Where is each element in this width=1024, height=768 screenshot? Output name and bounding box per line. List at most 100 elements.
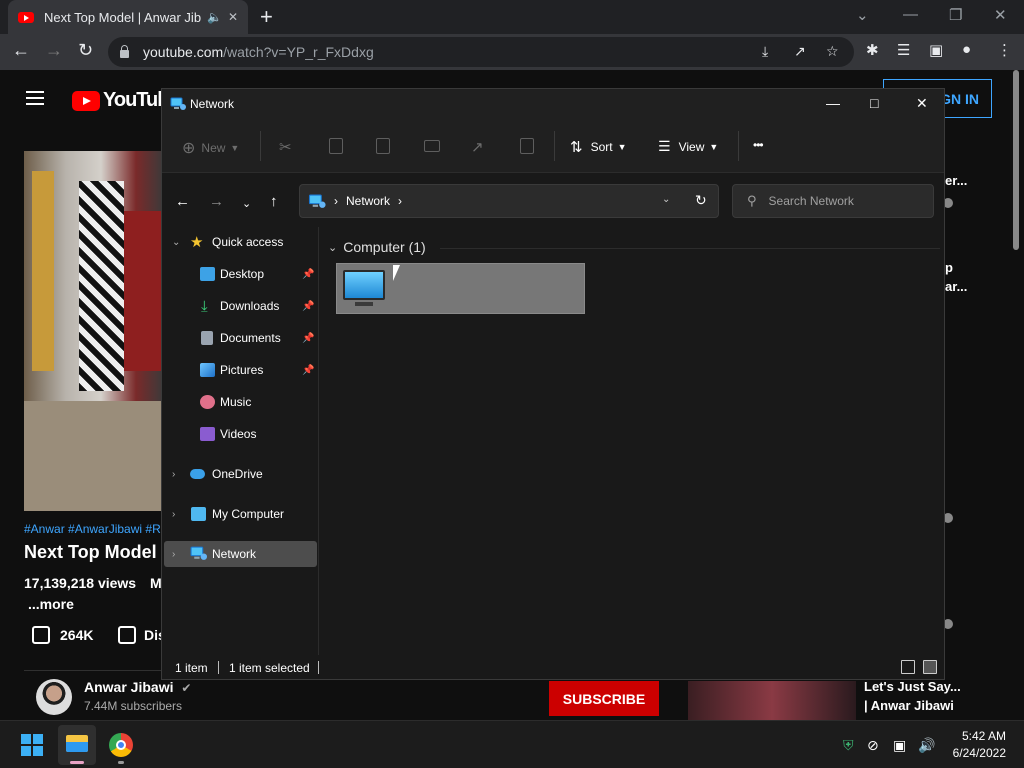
tab-search-icon[interactable]: ⌄ xyxy=(856,6,869,24)
new-tab-button[interactable]: + xyxy=(260,6,273,28)
delete-icon[interactable] xyxy=(520,138,534,154)
new-button[interactable]: ⊕ New ▼ xyxy=(182,138,239,158)
side-video-title[interactable]: p xyxy=(945,260,953,275)
channel-avatar[interactable] xyxy=(36,679,72,715)
plus-circle-icon: ⊕ xyxy=(182,140,196,157)
display-icon[interactable]: ▣ xyxy=(893,737,906,754)
details-view-icon[interactable] xyxy=(901,660,915,674)
restore-icon[interactable]: ❐ xyxy=(949,6,962,24)
profile-icon[interactable]: ● xyxy=(962,41,971,58)
nav-label: My Computer xyxy=(212,507,285,521)
dislike-button[interactable]: Dis xyxy=(118,626,166,644)
chevron-right-icon[interactable]: › xyxy=(172,549,175,560)
side-video-title[interactable]: Let's Just Say... xyxy=(864,679,961,694)
nav-item-network[interactable]: › Network xyxy=(164,541,317,567)
breadcrumb-network[interactable]: Network xyxy=(346,194,390,208)
minimize-icon[interactable]: — xyxy=(903,6,918,23)
side-video-channel[interactable]: | Anwar Jibawi xyxy=(864,698,954,713)
group-header[interactable]: ⌄ Computer (1) xyxy=(328,239,426,255)
sort-button[interactable]: ⇅ Sort ▼ xyxy=(570,138,627,156)
clock-time[interactable]: 5:42 AM xyxy=(940,729,1006,743)
side-video-thumbnail[interactable] xyxy=(688,681,856,721)
nav-label: Documents xyxy=(220,331,281,345)
paste-icon[interactable] xyxy=(376,138,390,154)
side-video-title[interactable]: ar... xyxy=(945,279,967,294)
nav-label: Videos xyxy=(220,427,257,441)
refresh-icon[interactable]: ↻ xyxy=(695,192,707,209)
like-button[interactable]: 264K xyxy=(32,626,93,644)
nav-item-quick-access[interactable]: ⌄ ★ Quick access xyxy=(162,229,318,255)
install-icon[interactable]: ⤓ xyxy=(762,43,768,60)
recent-locations-icon[interactable]: ⌄ xyxy=(242,197,251,210)
computer-item-tile[interactable] xyxy=(336,263,585,314)
nav-item-music[interactable]: Music xyxy=(162,389,318,415)
breadcrumb-chevron-icon[interactable]: › xyxy=(398,194,402,208)
folder-icon xyxy=(66,735,88,752)
rename-icon[interactable] xyxy=(424,140,440,152)
chrome-icon[interactable] xyxy=(109,733,133,757)
nav-item-videos[interactable]: Videos xyxy=(162,421,318,447)
share-icon[interactable]: ↗ xyxy=(794,43,806,60)
view-list-icon: ☰ xyxy=(658,138,671,154)
share-icon[interactable]: ↗ xyxy=(471,138,484,156)
nav-item-downloads[interactable]: ⤓ Downloads 📌 xyxy=(162,293,318,319)
channel-name[interactable]: Anwar Jibawi ✔ xyxy=(84,679,191,695)
hamburger-menu-icon[interactable] xyxy=(26,91,44,105)
bookmark-star-icon[interactable]: ☆ xyxy=(826,43,839,60)
taskbar: ⛨ ⊘ ▣ 🔊 5:42 AM 6/24/2022 xyxy=(0,720,1024,768)
close-icon[interactable]: ✕ xyxy=(916,95,928,112)
windows-start-icon[interactable] xyxy=(21,734,43,756)
view-label: View xyxy=(678,139,705,154)
forward-icon[interactable]: → xyxy=(209,193,224,210)
search-input[interactable]: ⚲ Search Network xyxy=(732,184,934,218)
speaker-icon[interactable]: 🔈 xyxy=(207,10,222,24)
nav-item-desktop[interactable]: Desktop 📌 xyxy=(162,261,318,287)
lock-icon[interactable] xyxy=(120,45,129,58)
browser-tab[interactable]: Next Top Model | Anwar Jiba 🔈 ✕ xyxy=(8,0,248,34)
chevron-right-icon[interactable]: › xyxy=(172,469,175,480)
side-video-title[interactable]: er... xyxy=(945,173,967,188)
media-icon[interactable]: ☰ xyxy=(897,41,910,59)
minimize-icon[interactable]: — xyxy=(826,95,840,111)
copy-icon[interactable] xyxy=(329,138,343,154)
security-shield-icon[interactable]: ⛨ xyxy=(843,737,854,754)
maximize-icon[interactable]: □ xyxy=(870,95,878,111)
nav-item-onedrive[interactable]: › OneDrive xyxy=(162,461,318,487)
reload-icon[interactable]: ↻ xyxy=(78,40,93,61)
back-icon[interactable]: ← xyxy=(12,40,30,61)
chevron-right-icon[interactable]: › xyxy=(172,509,175,520)
volume-icon[interactable]: 🔊 xyxy=(918,737,935,754)
forward-icon[interactable]: → xyxy=(45,40,63,61)
nav-item-documents[interactable]: Documents 📌 xyxy=(162,325,318,351)
nav-item-pictures[interactable]: Pictures 📌 xyxy=(162,357,318,383)
side-panel-icon[interactable]: ▣ xyxy=(929,41,943,59)
show-more-link[interactable]: ...more xyxy=(28,596,74,612)
address-bar[interactable]: youtube.com /watch?v=YP_r_FxDdxg xyxy=(108,37,854,67)
chevron-down-icon[interactable]: ⌄ xyxy=(172,237,180,248)
explorer-address-bar[interactable]: › Network › ⌄ ↻ xyxy=(299,184,719,218)
page-scrollbar[interactable] xyxy=(1013,70,1019,250)
close-icon[interactable]: ✕ xyxy=(994,6,1007,24)
breadcrumb-chevron-icon[interactable]: › xyxy=(334,194,338,208)
explorer-title-bar[interactable]: Network — □ ✕ xyxy=(162,89,944,119)
up-icon[interactable]: ↑ xyxy=(270,193,278,210)
clock-date[interactable]: 6/24/2022 xyxy=(940,746,1006,760)
menu-dots-icon[interactable]: ⋮ xyxy=(997,41,1012,59)
back-icon[interactable]: ← xyxy=(175,193,190,210)
subscribe-button[interactable]: SUBSCRIBE xyxy=(549,681,659,716)
more-options-icon[interactable]: ••• xyxy=(753,138,764,152)
tab-close-icon[interactable]: ✕ xyxy=(228,10,238,24)
separator xyxy=(218,661,219,674)
video-player[interactable] xyxy=(24,151,164,511)
view-button[interactable]: ☰ View ▼ xyxy=(658,138,718,155)
sort-label: Sort xyxy=(590,140,613,154)
cut-icon[interactable]: ✂ xyxy=(279,138,292,156)
network-offline-icon[interactable]: ⊘ xyxy=(867,737,879,754)
search-placeholder: Search Network xyxy=(768,194,854,208)
video-hashtags[interactable]: #Anwar #AnwarJibawi #R xyxy=(24,522,161,536)
address-history-icon[interactable]: ⌄ xyxy=(662,194,670,205)
nav-item-my-computer[interactable]: › My Computer xyxy=(162,501,318,527)
extensions-icon[interactable]: ✱ xyxy=(866,41,879,59)
taskbar-file-explorer[interactable] xyxy=(58,725,96,765)
tiles-view-icon[interactable] xyxy=(923,660,937,674)
